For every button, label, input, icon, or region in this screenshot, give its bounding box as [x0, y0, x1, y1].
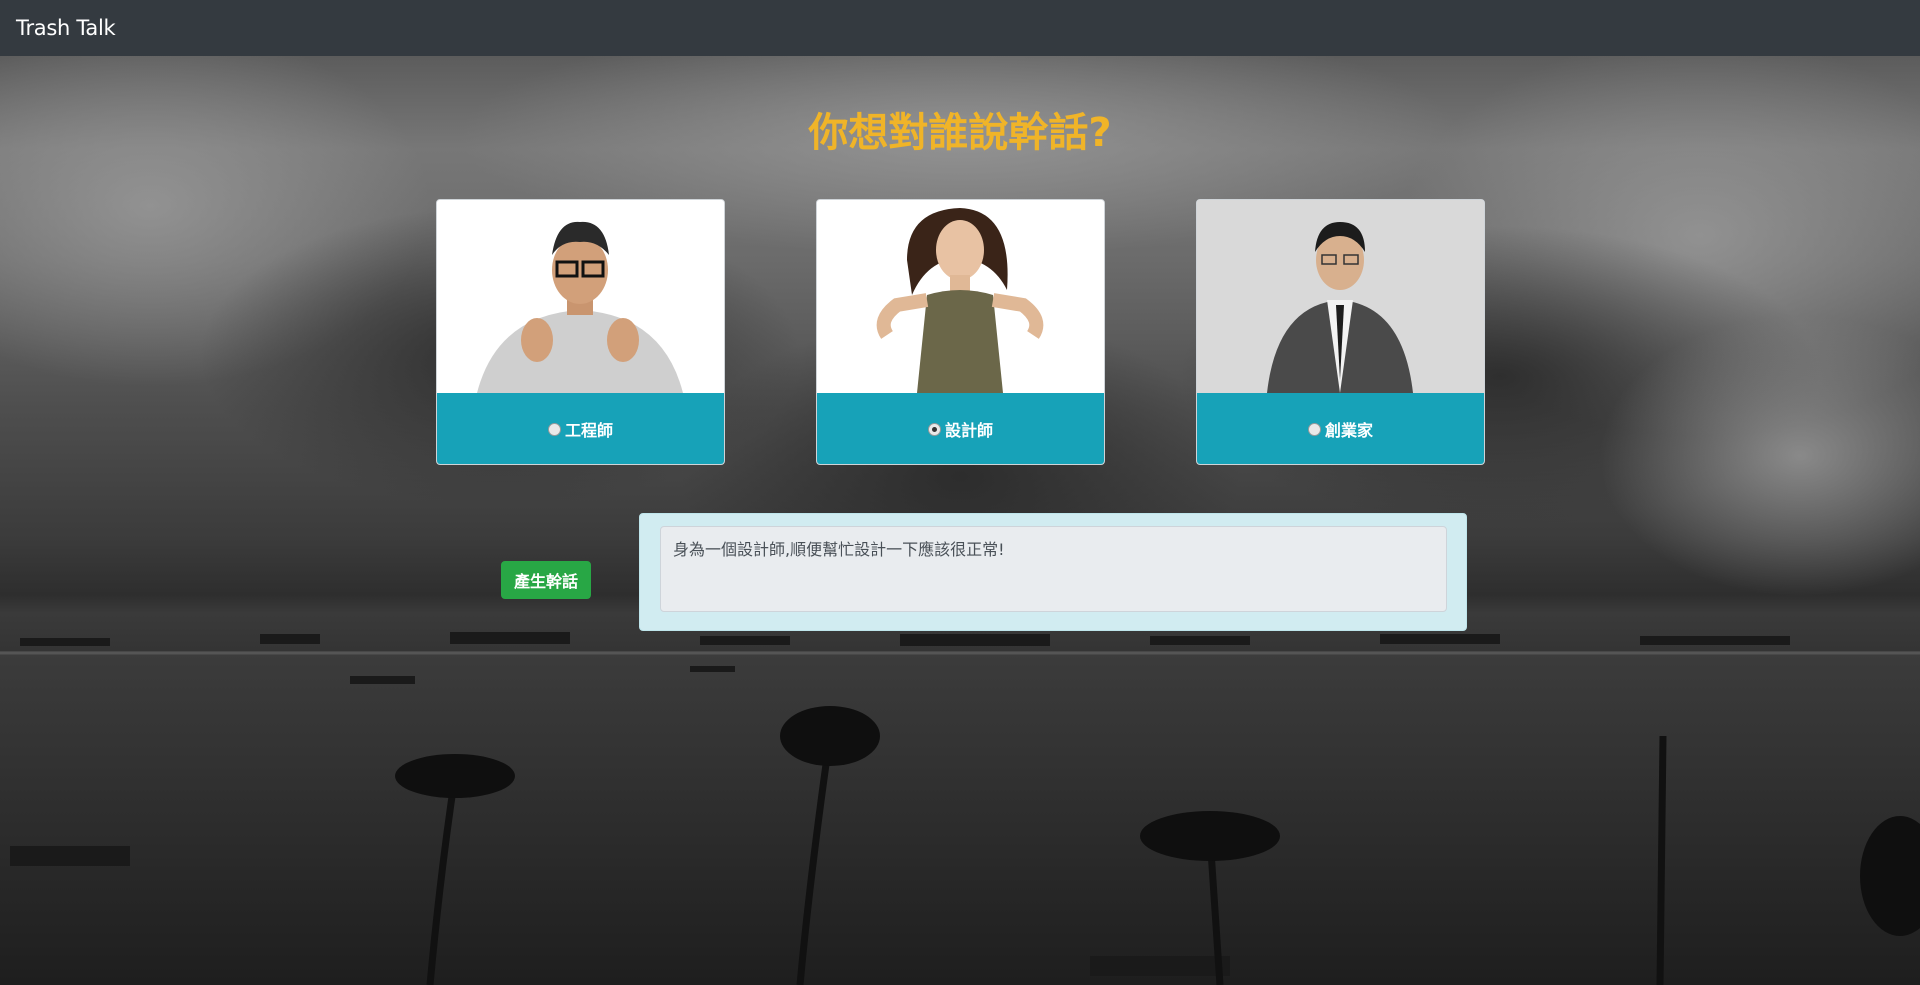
radio-engineer[interactable]: 工程師 — [547, 417, 613, 441]
result-textarea[interactable]: 身為一個設計師,順便幫忙設計一下應該很正常! — [660, 526, 1447, 612]
navbar: Trash Talk — [0, 0, 1920, 56]
card-footer: 創業家 — [1197, 393, 1484, 464]
target-card-engineer[interactable]: 工程師 — [436, 199, 725, 465]
card-footer: 設計師 — [817, 393, 1104, 464]
radio-button[interactable] — [547, 422, 561, 436]
card-footer: 工程師 — [437, 393, 724, 464]
radio-designer[interactable]: 設計師 — [927, 417, 993, 441]
page-title: 你想對誰說幹話? — [808, 110, 1112, 156]
radio-button[interactable] — [927, 422, 941, 436]
result-panel: 身為一個設計師,順便幫忙設計一下應該很正常! — [639, 513, 1467, 631]
radio-button[interactable] — [1307, 422, 1321, 436]
generate-button[interactable]: 產生幹話 — [501, 561, 591, 599]
target-card-entrepreneur[interactable]: 創業家 — [1196, 199, 1485, 465]
engineer-photo — [437, 200, 724, 393]
brand-link[interactable]: Trash Talk — [16, 16, 116, 40]
radio-label-text: 創業家 — [1324, 421, 1373, 440]
target-card-designer[interactable]: 設計師 — [816, 199, 1105, 465]
radio-entrepreneur[interactable]: 創業家 — [1307, 417, 1373, 441]
designer-photo — [817, 200, 1104, 393]
radio-label-text: 設計師 — [944, 421, 993, 440]
radio-label-text: 工程師 — [564, 421, 613, 440]
entrepreneur-photo — [1197, 200, 1484, 393]
